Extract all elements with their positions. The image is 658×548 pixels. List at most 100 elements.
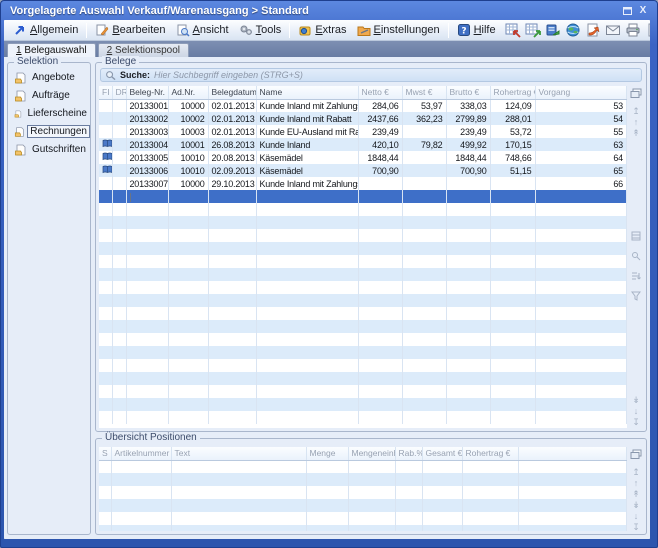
- cell-belegdatum[interactable]: 02.09.2013 /Mo: [208, 164, 256, 177]
- sidebar-item-gutschriften[interactable]: Gutschriften: [14, 143, 90, 156]
- cell-belegdatum[interactable]: 02.01.2013 /Mi: [208, 112, 256, 125]
- menu-bearbeiten[interactable]: Bearbeiten: [90, 22, 170, 38]
- search-input[interactable]: Suche: Hier Suchbegriff eingeben (STRG+S…: [100, 68, 642, 82]
- cell-vorgang[interactable]: 53: [535, 99, 627, 112]
- column-chooser-icon[interactable]: [630, 86, 642, 104]
- table-row[interactable]: 201330071000029.10.2013 /DiKunde Inland …: [99, 177, 627, 190]
- table-row[interactable]: 201330041000126.08.2013 /MoKunde Inland4…: [99, 138, 627, 151]
- cell-rohertrag[interactable]: 51,15: [490, 164, 535, 177]
- cell-dr[interactable]: [112, 177, 126, 190]
- cell-ad_nr[interactable]: 10000: [168, 99, 208, 112]
- cell-beleg_nr[interactable]: 20133004: [126, 138, 168, 151]
- col-header-vorgang[interactable]: Vorgang: [535, 86, 627, 99]
- table-import-icon[interactable]: [525, 22, 541, 38]
- menu-ansicht[interactable]: Ansicht: [171, 22, 234, 38]
- cell-netto[interactable]: 420,10: [358, 138, 402, 151]
- col-header-netto[interactable]: Netto €: [358, 86, 402, 99]
- scroll-first-icon[interactable]: ↥: [632, 467, 640, 478]
- cell-brutto[interactable]: 2799,89: [446, 112, 490, 125]
- col-header-fi[interactable]: FI: [99, 86, 112, 99]
- col-header-ad-nr[interactable]: Ad.Nr.: [168, 86, 208, 99]
- cell-name[interactable]: [256, 190, 358, 203]
- cell-vorgang[interactable]: 55: [535, 125, 627, 138]
- cell-mwst[interactable]: 79,82: [402, 138, 446, 151]
- cell-beleg_nr[interactable]: 20133001: [126, 99, 168, 112]
- cell-fi[interactable]: [99, 99, 112, 112]
- cell-fi[interactable]: [99, 125, 112, 138]
- cell-belegdatum[interactable]: 20.08.2013 /Di: [208, 151, 256, 164]
- table-row[interactable]: 201330061001002.09.2013 /MoKäsemädel700,…: [99, 164, 627, 177]
- table-row[interactable]: 201330021000202.01.2013 /MiKunde Inland …: [99, 112, 627, 125]
- scroll-down-icon[interactable]: ↓: [634, 511, 639, 522]
- menu-tools[interactable]: Tools: [234, 22, 287, 38]
- cell-name[interactable]: Kunde Inland mit Rabatt: [256, 112, 358, 125]
- cell-mwst[interactable]: [402, 151, 446, 164]
- cell-vorgang[interactable]: 65: [535, 164, 627, 177]
- email-icon[interactable]: [605, 22, 621, 38]
- table-row[interactable]: 201330011000002.01.2013 /MiKunde Inland …: [99, 99, 627, 112]
- col-header-menge[interactable]: Menge: [306, 447, 348, 460]
- col-header-mwst[interactable]: Mwst €: [402, 86, 446, 99]
- new-document-icon[interactable]: [645, 22, 650, 38]
- cell-dr[interactable]: [112, 99, 126, 112]
- cell-mwst[interactable]: [402, 125, 446, 138]
- cell-dr[interactable]: [112, 164, 126, 177]
- cell-rohertrag[interactable]: [490, 177, 535, 190]
- cell-rohertrag[interactable]: 170,15: [490, 138, 535, 151]
- cell-vorgang[interactable]: 63: [535, 138, 627, 151]
- tab-belegauswahl[interactable]: 1 Belegauswahl: [7, 43, 96, 57]
- table-row[interactable]: 201330031000302.01.2013 /MiKunde EU-Ausl…: [99, 125, 627, 138]
- cell-name[interactable]: Kunde Inland: [256, 138, 358, 151]
- cell-rohertrag[interactable]: 748,66: [490, 151, 535, 164]
- cell-beleg_nr[interactable]: [126, 190, 168, 203]
- cell-vorgang[interactable]: 64: [535, 151, 627, 164]
- cell-rohertrag[interactable]: [490, 190, 535, 203]
- col-header-gesamt[interactable]: Gesamt €: [422, 447, 462, 460]
- cell-name[interactable]: Käsemädel: [256, 164, 358, 177]
- sort-icon[interactable]: [631, 268, 641, 286]
- scroll-last-icon[interactable]: ↧: [632, 522, 640, 533]
- col-header-brutto[interactable]: Brutto €: [446, 86, 490, 99]
- cell-brutto[interactable]: [446, 177, 490, 190]
- scroll-down-icon[interactable]: ↓: [634, 406, 639, 417]
- cell-netto[interactable]: [358, 190, 402, 203]
- menu-hilfe[interactable]: ? Hilfe: [452, 22, 501, 38]
- col-header-blank[interactable]: [518, 447, 627, 460]
- cell-belegdatum[interactable]: 02.01.2013 /Mi: [208, 99, 256, 112]
- cell-fi[interactable]: [99, 190, 112, 203]
- scroll-up-icon[interactable]: ↑: [634, 478, 639, 489]
- scroll-last-icon[interactable]: ↧: [632, 417, 640, 428]
- selected-row[interactable]: [99, 190, 627, 203]
- col-header-rab[interactable]: Rab.%: [395, 447, 422, 460]
- cell-beleg_nr[interactable]: 20133002: [126, 112, 168, 125]
- cell-name[interactable]: Kunde EU-Ausland mit Rabatt: [256, 125, 358, 138]
- scroll-first-icon[interactable]: ↥: [632, 106, 640, 117]
- cell-ad_nr[interactable]: 10003: [168, 125, 208, 138]
- cell-vorgang[interactable]: 66: [535, 177, 627, 190]
- tab-selektionspool[interactable]: 2 Selektionspool: [98, 43, 189, 57]
- cell-brutto[interactable]: 1848,44: [446, 151, 490, 164]
- cell-netto[interactable]: 284,06: [358, 99, 402, 112]
- table-row[interactable]: 201330051001020.08.2013 /DiKäsemädel1848…: [99, 151, 627, 164]
- cell-dr[interactable]: [112, 138, 126, 151]
- cell-mwst[interactable]: 362,23: [402, 112, 446, 125]
- cell-dr[interactable]: [112, 151, 126, 164]
- cell-dr[interactable]: [112, 112, 126, 125]
- cell-name[interactable]: Kunde Inland mit Zahlungskondition: [256, 177, 358, 190]
- cell-belegdatum[interactable]: 26.08.2013 /Mo: [208, 138, 256, 151]
- scroll-page-down-icon[interactable]: ↡: [632, 395, 640, 406]
- scroll-page-up-icon[interactable]: ↟: [632, 489, 640, 500]
- col-header-artikelnummer[interactable]: Artikelnummer: [111, 447, 171, 460]
- cell-mwst[interactable]: [402, 177, 446, 190]
- cell-brutto[interactable]: [446, 190, 490, 203]
- sidebar-item-aufträge[interactable]: Aufträge: [14, 89, 90, 102]
- cell-belegdatum[interactable]: [208, 190, 256, 203]
- col-header-rohertrag-pos[interactable]: Rohertrag €: [462, 447, 518, 460]
- cell-mwst[interactable]: 53,97: [402, 99, 446, 112]
- cell-belegdatum[interactable]: 29.10.2013 /Di: [208, 177, 256, 190]
- restore-button[interactable]: [619, 5, 635, 16]
- cell-fi[interactable]: [99, 138, 112, 151]
- cell-fi[interactable]: [99, 151, 112, 164]
- col-header-beleg-nr[interactable]: Beleg-Nr.▼: [126, 86, 168, 99]
- col-header-belegdatum[interactable]: Belegdatum: [208, 86, 256, 99]
